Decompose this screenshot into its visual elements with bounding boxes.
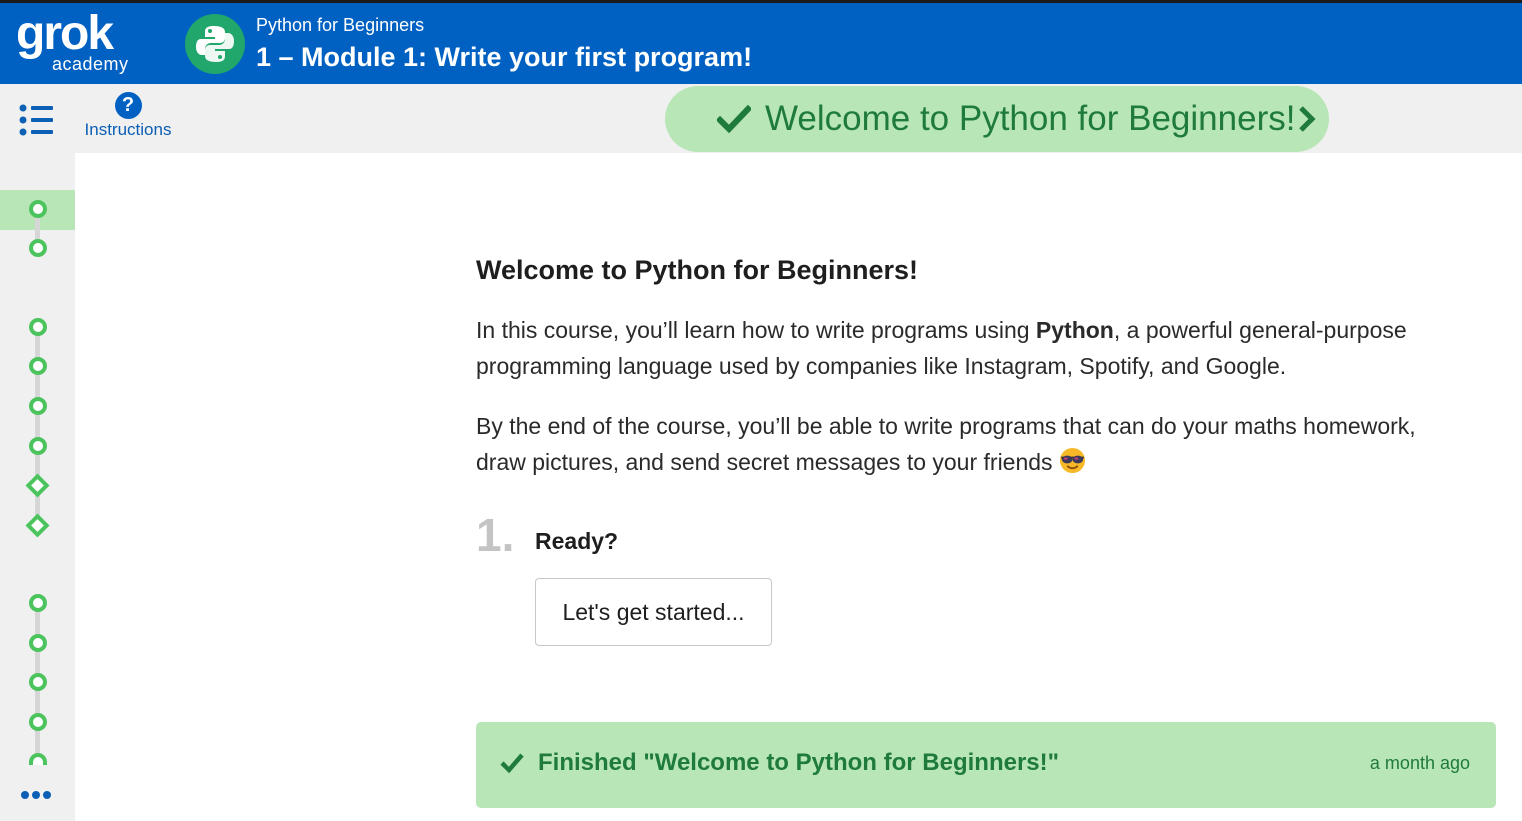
intro-text: In this course, you’ll learn how to writ… bbox=[476, 317, 1036, 343]
grok-academy-logo[interactable]: grok academy bbox=[16, 7, 140, 76]
step-label: Ready? bbox=[535, 528, 619, 554]
python-course-icon bbox=[185, 14, 245, 74]
current-step-pill[interactable]: Welcome to Python for Beginners! bbox=[665, 86, 1329, 152]
step-node[interactable] bbox=[29, 357, 47, 375]
step-node[interactable] bbox=[29, 594, 47, 612]
progress-sidebar bbox=[0, 153, 75, 821]
intro-bold: Python bbox=[1035, 317, 1114, 343]
check-icon bbox=[500, 753, 524, 774]
goals-paragraph: By the end of the course, you’ll be able… bbox=[476, 408, 1466, 480]
check-icon bbox=[717, 104, 751, 134]
finished-status-banner: Finished "Welcome to Python for Beginner… bbox=[476, 722, 1496, 808]
get-started-button[interactable]: Let's get started... bbox=[535, 578, 772, 646]
problem-node[interactable] bbox=[25, 473, 50, 498]
step-node[interactable] bbox=[29, 397, 47, 415]
more-dots-icon[interactable] bbox=[21, 786, 55, 799]
top-header: grok academy Python for Beginners 1 – Mo… bbox=[0, 0, 1522, 84]
problem-node[interactable] bbox=[25, 513, 50, 538]
chevron-right-icon bbox=[1299, 106, 1316, 132]
intro-paragraph: In this course, you’ll learn how to writ… bbox=[476, 312, 1466, 384]
logo-wordmark: grok bbox=[16, 7, 114, 60]
goals-text: By the end of the course, you’ll be able… bbox=[476, 413, 1416, 475]
step-node[interactable] bbox=[29, 634, 47, 652]
step-node[interactable] bbox=[29, 200, 47, 218]
current-step-title: Welcome to Python for Beginners! bbox=[765, 99, 1296, 138]
top-border bbox=[0, 0, 1522, 3]
step-number: 1. bbox=[476, 509, 515, 561]
instructions-button[interactable]: ? Instructions bbox=[76, 92, 180, 148]
module-title: 1 – Module 1: Write your first program! bbox=[256, 42, 753, 72]
step-node[interactable] bbox=[29, 437, 47, 455]
help-icon: ? bbox=[114, 92, 142, 119]
finished-text: Finished "Welcome to Python for Beginner… bbox=[538, 749, 1060, 776]
step-node[interactable] bbox=[29, 713, 47, 731]
course-name: Python for Beginners bbox=[256, 15, 425, 35]
step-node[interactable] bbox=[29, 753, 47, 765]
menu-button[interactable] bbox=[18, 104, 58, 140]
python-logo-icon bbox=[196, 26, 234, 62]
step-node[interactable] bbox=[29, 318, 47, 336]
page-title: Welcome to Python for Beginners! bbox=[476, 255, 919, 285]
instructions-label: Instructions bbox=[84, 120, 172, 139]
step-node[interactable] bbox=[29, 673, 47, 691]
toolbar: ? Instructions Welcome to Python for Beg… bbox=[0, 84, 1522, 153]
logo-subtitle: academy bbox=[52, 54, 129, 74]
list-icon bbox=[19, 104, 53, 136]
sunglasses-emoji-icon bbox=[1059, 447, 1085, 474]
step-node[interactable] bbox=[29, 239, 47, 257]
finished-timestamp: a month ago bbox=[1369, 753, 1470, 773]
